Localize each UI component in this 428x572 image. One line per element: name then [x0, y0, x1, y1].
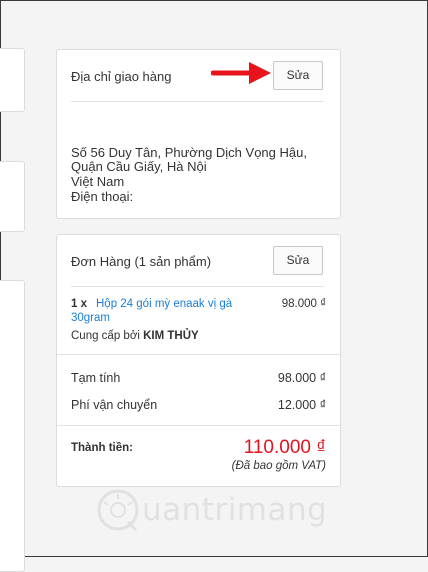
supplier-prefix: Cung cấp bởi	[71, 330, 140, 342]
quantrimang-logo-icon	[97, 489, 139, 532]
edit-order-button[interactable]: Sửa	[273, 246, 323, 275]
edit-address-button[interactable]: Sửa	[273, 61, 323, 90]
item-name-link[interactable]: Hộp 24 gói mỳ enaak vị gà	[96, 298, 232, 310]
left-panel-card	[0, 280, 25, 572]
total-value: 110.000 ₫	[243, 437, 326, 458]
item-quantity: 1 x	[71, 298, 87, 310]
shipping-fee-label: Phí vận chuyển	[71, 398, 158, 412]
left-panel-card	[0, 48, 25, 112]
total-label: Thành tiền:	[71, 442, 133, 454]
supplier-name: KIM THỦY	[143, 330, 199, 342]
divider	[57, 425, 340, 426]
watermark: uantrimang	[96, 486, 328, 536]
address-district: Quận Cầu Giấy, Hà Nội	[71, 159, 207, 174]
item-supplier: Cung cấp bởi KIM THỦY	[71, 330, 199, 342]
divider	[71, 101, 324, 102]
item-price: 98.000 ₫	[281, 298, 326, 310]
subtotal-value: 98.000 ₫	[277, 371, 326, 385]
arrow-right-icon	[211, 62, 271, 84]
watermark-text: uantrimang	[142, 492, 328, 528]
address-phone: Điện thoại:	[71, 189, 134, 204]
vat-note: (Đã bao gồm VAT)	[231, 460, 326, 472]
order-summary-card: Đơn Hàng (1 sản phẩm) Sửa 1 x Hộp 24 gói…	[56, 234, 341, 487]
address-street: Số 56 Duy Tân, Phường Dịch Vọng Hậu,	[71, 145, 307, 160]
subtotal-label: Tạm tính	[71, 371, 121, 385]
address-country: Việt Nam	[71, 174, 125, 189]
shipping-fee-value: 12.000 ₫	[277, 398, 326, 412]
order-title: Đơn Hàng (1 sản phẩm)	[71, 254, 212, 269]
divider	[57, 354, 340, 355]
divider	[71, 286, 324, 287]
item-name-link-cont[interactable]: 30gram	[71, 312, 110, 324]
shipping-address-title: Địa chỉ giao hàng	[71, 69, 172, 84]
left-panel-card	[0, 161, 25, 232]
shipping-address-card: Địa chỉ giao hàng Sửa Số 56 Duy Tân, Phư…	[56, 49, 341, 219]
